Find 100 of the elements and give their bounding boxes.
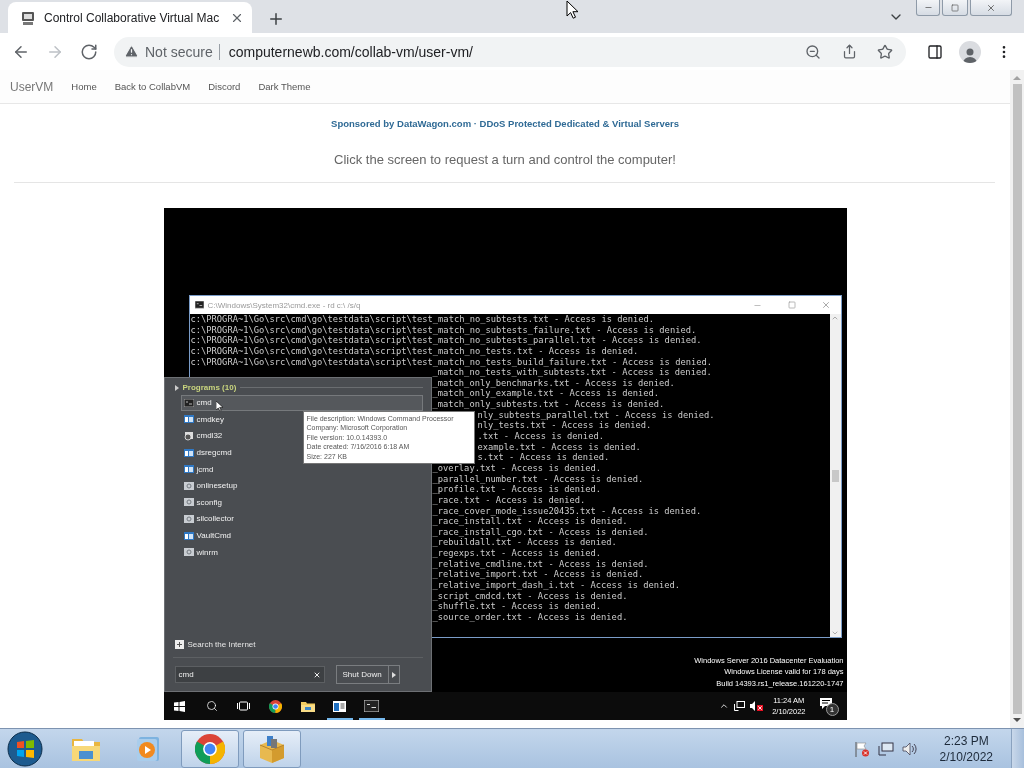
console-line: _overlay.txt - Access is denied. (432, 462, 602, 473)
expand-icon[interactable] (174, 384, 179, 391)
console-line: _script_cmdcd.txt - Access is denied. (432, 590, 628, 601)
program-item[interactable]: winrm (180, 544, 423, 560)
start-orb-icon[interactable] (7, 730, 43, 767)
nav-link[interactable]: Dark Theme (258, 81, 311, 92)
caret-icon[interactable] (391, 671, 396, 678)
scroll-down-icon[interactable] (1013, 716, 1021, 724)
script-icon (183, 514, 194, 523)
network-icon[interactable] (734, 701, 746, 711)
program-item[interactable]: VaultCmd (180, 527, 423, 544)
script-icon (183, 498, 194, 507)
nav-link[interactable]: Discord (208, 81, 241, 92)
zoom-out-icon[interactable] (805, 43, 821, 60)
script-icon (183, 548, 194, 557)
window-icon (183, 448, 194, 457)
console-line: c:\PROGRA~1\Go\src\cmd\go\testdata\script\test_match_no_tests_build_failure.txt - Access is denied. (190, 356, 713, 367)
console-line: _match_only_benchmarks.txt - Access is denied. (432, 377, 675, 388)
windows-logo-icon[interactable] (174, 700, 185, 712)
gear-icon (183, 431, 194, 441)
close-icon[interactable] (986, 2, 996, 13)
chrome-icon[interactable] (269, 699, 282, 713)
close-button[interactable] (970, 0, 1012, 16)
profile-avatar[interactable] (959, 40, 981, 63)
minimize-button[interactable] (916, 0, 940, 16)
console-line: _regexps.txt - Access is denied. (432, 548, 602, 559)
program-item[interactable]: silcollector (180, 511, 423, 527)
terminal-icon (364, 700, 379, 712)
folder-icon[interactable] (300, 700, 315, 712)
chevron-up-icon[interactable] (719, 701, 730, 711)
window-icon (183, 415, 194, 424)
url-text: computernewb.com/collab-vm/user-vm/ (218, 43, 792, 60)
search-icon[interactable] (205, 700, 218, 712)
cursor-icon (566, 0, 579, 19)
scrollbar[interactable] (829, 314, 841, 637)
console-line: _race_install_cgo.txt - Access is denied. (432, 526, 649, 537)
terminal-icon (194, 301, 204, 309)
nav-link[interactable]: Back to CollabVM (114, 81, 191, 92)
flag-icon[interactable] (853, 740, 870, 757)
console-line: _race.txt - Access is denied. (432, 494, 586, 505)
plus-icon (174, 640, 184, 649)
console-line: _source_order.txt - Access is denied. (432, 611, 628, 622)
shut-down-button[interactable]: Shut Down (335, 665, 400, 684)
instruction-text: Click the screen to request a turn and control the computer! (334, 152, 676, 168)
console-line: _match_no_tests_with_subtests.txt - Access is denied. (432, 367, 712, 378)
web-search-link[interactable]: Search the Internet (187, 640, 256, 649)
console-line: _parallel_number.txt - Access is denied. (432, 473, 644, 484)
window-icon[interactable] (333, 700, 346, 712)
console-line: c:\PROGRA~1\Go\src\cmd\go\testdata\script\test_match_no_subtests.txt - Access is denied. (190, 314, 655, 324)
side-panel-icon[interactable] (927, 43, 943, 60)
console-line: c:\PROGRA~1\Go\src\cmd\go\testdata\script\test_match_no_subtests_failure.txt - Access is denied. (190, 324, 697, 335)
task-view-icon[interactable] (237, 701, 250, 711)
window-icon (183, 531, 194, 540)
console-line: s.txt - Access is denied. (477, 452, 610, 463)
console-icon (183, 398, 194, 407)
scrollbar[interactable] (1010, 70, 1024, 728)
script-icon (183, 481, 194, 490)
computer-icon (20, 9, 36, 26)
window-icon (183, 465, 194, 474)
reload-icon[interactable] (80, 42, 98, 61)
program-item[interactable]: jcmd (180, 461, 423, 477)
console-line: _race_install.txt - Access is denied. (432, 516, 628, 527)
plus-icon[interactable] (267, 10, 285, 28)
brand-link[interactable]: UserVM (10, 79, 54, 94)
window-title: C:\Windows\System32\cmd.exe - rd c:\ /s/q (207, 300, 362, 310)
console-line: example.txt - Access is denied. (477, 441, 641, 452)
console-line: _relative_import.txt - Access is denied. (432, 569, 644, 580)
browser-tab[interactable]: Control Collaborative Virtual Mac (8, 2, 252, 33)
program-item[interactable]: onlinesetup (180, 477, 423, 494)
console-line: nly_tests.txt - Access is denied. (477, 420, 652, 431)
program-item[interactable]: sconfig (180, 494, 423, 511)
console-line: nly_subtests_parallel.txt - Access is denied. (477, 409, 715, 420)
console-line: .txt - Access is denied. (477, 431, 604, 442)
volume-icon[interactable] (750, 701, 764, 711)
console-line: c:\PROGRA~1\Go\src\cmd\go\testdata\script\test_match_no_subtests_parallel.txt - Access is denied. (190, 335, 702, 346)
security-label[interactable]: Not secure (145, 43, 213, 60)
console-line: _shuffle.txt - Access is denied. (432, 601, 602, 612)
scroll-thumb[interactable] (831, 469, 839, 482)
vm-screen[interactable] (163, 208, 847, 720)
clear-icon[interactable] (312, 670, 321, 679)
console-line: _match_only_subtests.txt - Access is denied. (432, 399, 665, 410)
nav-link[interactable]: Home (71, 81, 97, 92)
address-bar[interactable]: Not secure computernewb.com/collab-vm/user-vm/ (114, 36, 906, 67)
clock[interactable]: 2:23 PM 2/10/2022 (939, 732, 993, 765)
console-line: _relative_import_dash_i.txt - Access is denied. (432, 580, 681, 590)
console-line: _profile.txt - Access is denied. (432, 484, 602, 495)
search-field[interactable]: cmd (174, 666, 325, 683)
warning-icon (124, 44, 139, 59)
sponsor-link[interactable]: Sponsored by DataWagon.com · DDoS Protected Dedicated & Virtual Servers (331, 118, 679, 130)
share-icon[interactable] (841, 44, 857, 59)
cursor-icon (215, 401, 223, 411)
program-item[interactable]: cmd (180, 395, 423, 411)
person-icon (963, 46, 977, 63)
console-line: _rebuildall.txt - Access is denied. (432, 537, 617, 548)
notification-button[interactable]: 1 (818, 696, 839, 716)
star-icon[interactable] (877, 43, 893, 60)
console-line: _match_only_example.txt - Access is denied. (432, 388, 660, 399)
group-heading: Programs (10) (182, 383, 237, 392)
restore-button[interactable] (942, 0, 968, 16)
package-icon[interactable] (257, 733, 287, 764)
